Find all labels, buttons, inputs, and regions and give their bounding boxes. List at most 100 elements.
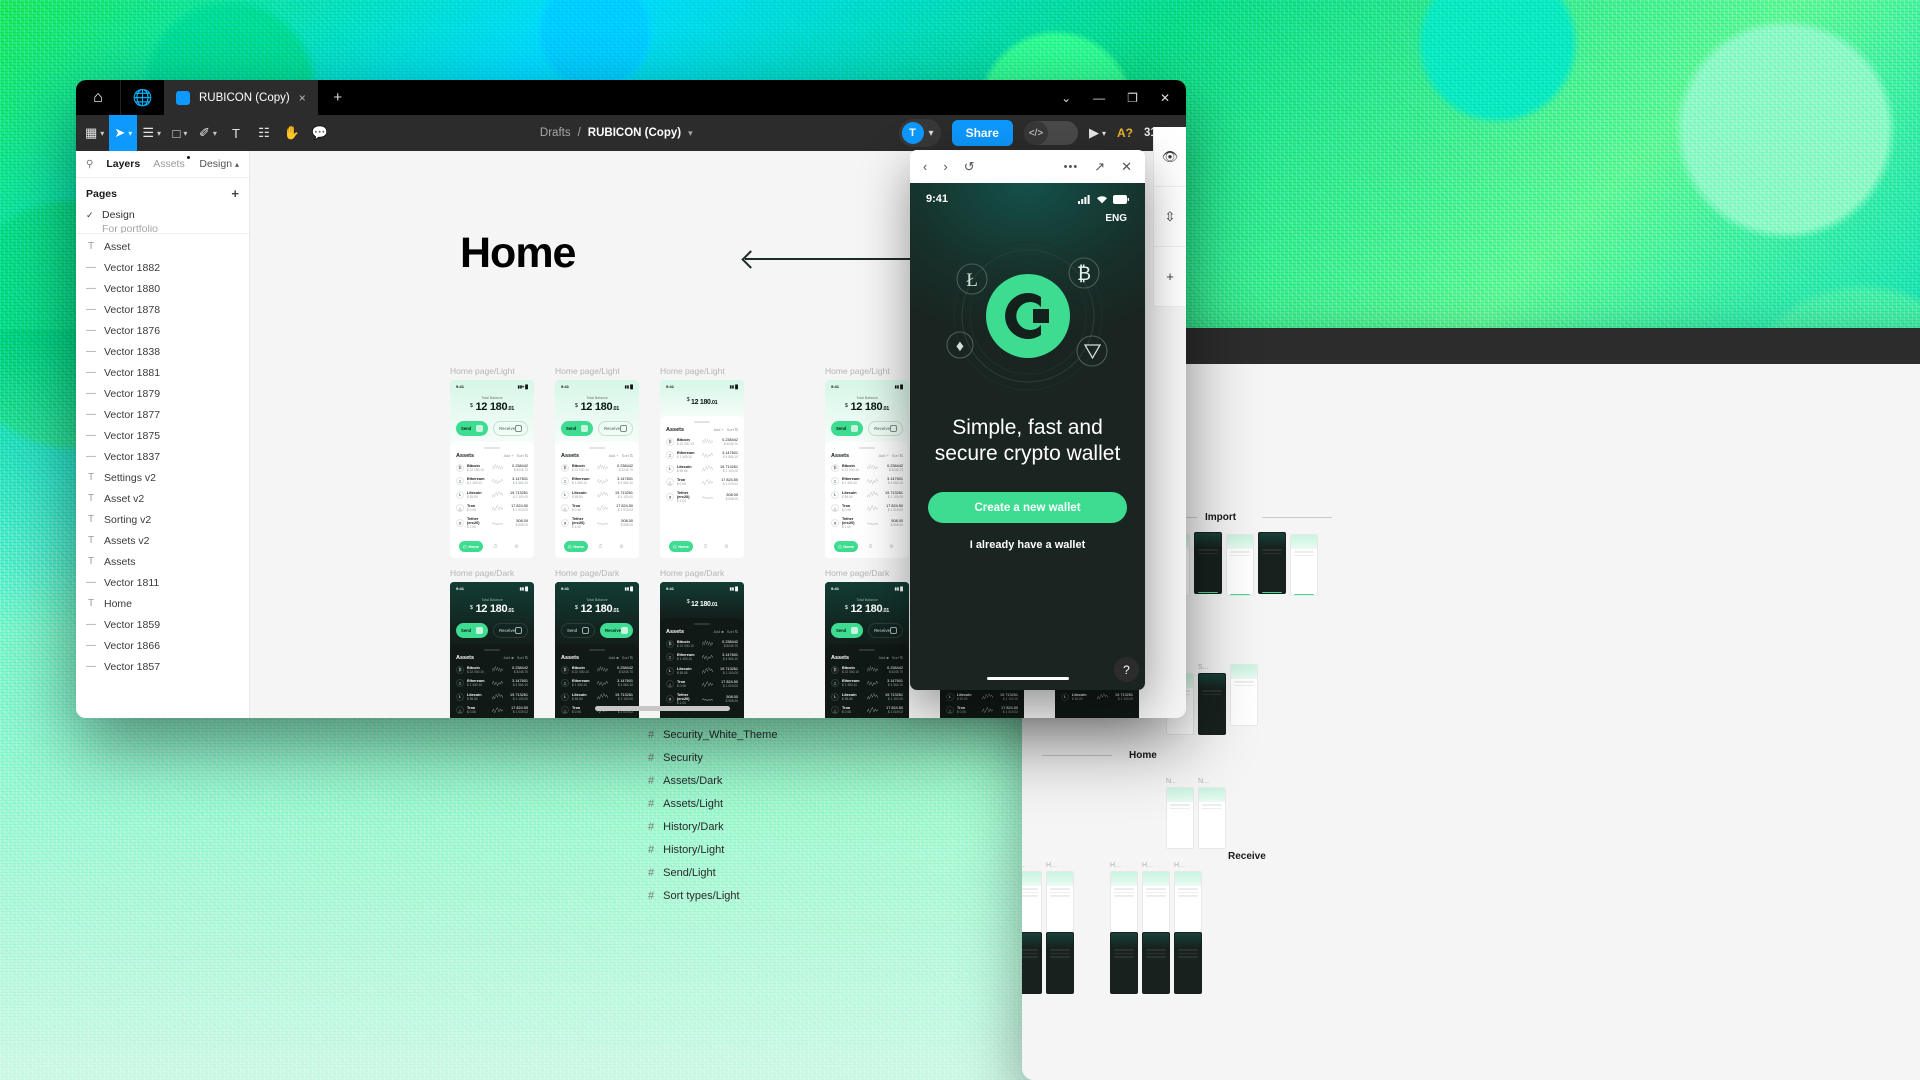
mini-frame[interactable] <box>1142 932 1170 994</box>
mini-frame[interactable]: H... <box>1046 862 1074 933</box>
layer-item[interactable]: T Asset <box>76 236 249 257</box>
nav-settings-icon[interactable]: ⚙ <box>508 541 525 552</box>
open-external-icon[interactable]: ↗ <box>1094 159 1105 175</box>
mini-frame[interactable] <box>1230 664 1258 726</box>
layer-item[interactable]: — Vector 1811 <box>76 572 249 593</box>
figma-menu-icon[interactable]: ▦ ▾ <box>80 115 109 151</box>
layer-item[interactable]: — Vector 1859 <box>76 614 249 635</box>
asset-row[interactable]: ΞEthereum$ 1 450.103.147601$ 4 564.10 <box>666 451 738 460</box>
mini-frame[interactable] <box>1046 932 1074 994</box>
asset-row[interactable]: ₮Tether (erc20)$ 1.00508.00$ 508.00 <box>666 491 738 503</box>
asset-row[interactable]: ₿Bitcoin$ 22 000.100.238442$ 5245.70 <box>666 437 738 446</box>
send-button[interactable]: Send <box>456 623 489 638</box>
frame-home-light[interactable]: Home page/Light 9:41▮▮ █Total Balance$ 1… <box>555 366 639 558</box>
present-button[interactable]: ▶︎ ▾ <box>1089 125 1106 141</box>
nav-home[interactable]: ☖ Home <box>669 541 693 552</box>
layer-item[interactable]: — Vector 1875 <box>76 425 249 446</box>
frame-home-dark[interactable]: Home page/Dark 9:41▮▮ █Total Balance$ 12… <box>555 568 639 718</box>
file-tab[interactable]: RUBICON (Copy) × <box>164 80 318 115</box>
list-item[interactable]: # History/Light <box>634 838 834 861</box>
send-button[interactable]: Send <box>561 623 596 638</box>
nav-history-icon[interactable]: ⏱ <box>487 541 504 552</box>
help-button[interactable]: ? <box>1114 657 1139 682</box>
mini-frame[interactable] <box>1110 932 1138 994</box>
receive-button[interactable]: Receive <box>868 421 903 436</box>
layer-item[interactable]: — Vector 1881 <box>76 362 249 383</box>
frame-home-light[interactable]: Home page/Light 9:41 ▮▮ █ $ 12 180.01 Asse… <box>660 366 744 558</box>
list-item[interactable]: # Security <box>634 746 834 769</box>
search-icon[interactable]: ⚲ <box>86 159 93 170</box>
pen-icon[interactable]: ✐ ▾ <box>194 115 222 151</box>
layer-item[interactable]: — Vector 1876 <box>76 320 249 341</box>
layer-item[interactable]: — Vector 1882 <box>76 257 249 278</box>
home-icon[interactable]: ⌂ <box>76 80 120 115</box>
nav-home[interactable]: ☖ Home <box>564 541 588 552</box>
hand-icon[interactable]: ✋ <box>278 115 306 151</box>
dev-mode-toggle[interactable]: </> <box>1023 121 1078 145</box>
eye-icon[interactable]: 👁 <box>1154 127 1186 187</box>
sheet-grabber[interactable] <box>484 447 500 449</box>
horizontal-scrollbar[interactable] <box>595 706 730 711</box>
send-button[interactable]: Send <box>561 421 594 436</box>
layer-item[interactable]: T Assets <box>76 551 249 572</box>
asset-row[interactable]: ΞEthereum$ 1 450.103.147601$ 4 564.10 <box>561 679 633 688</box>
asset-row[interactable]: ΞEthereum$ 1 450.103.147601$ 4 564.10 <box>666 653 738 662</box>
asset-row[interactable]: △Tron$ 0.0617 824.50$ 1 019.02 <box>831 706 903 715</box>
chevron-down-icon[interactable]: ▾ <box>688 128 693 139</box>
mini-frame[interactable] <box>1194 532 1222 594</box>
breadcrumb-current[interactable]: RUBICON (Copy) <box>588 127 681 139</box>
list-item[interactable]: # Assets/Light <box>634 792 834 815</box>
language-selector[interactable]: ENG <box>910 205 1145 224</box>
receive-button[interactable]: Receive <box>493 623 528 638</box>
move-cursor-icon[interactable]: ➤ ▾ <box>109 115 138 151</box>
mini-frame[interactable]: H... <box>1174 862 1202 933</box>
close-icon[interactable]: ✕ <box>1160 91 1170 105</box>
asset-row[interactable]: ₮Tether (erc20)$ 1.00508.00$ 508.00 <box>666 693 738 705</box>
asset-row[interactable]: ŁLitecoin$ 55.8019.713261$ 1 100.00 <box>1061 692 1133 701</box>
mini-frame[interactable] <box>1290 534 1318 596</box>
close-icon[interactable]: ✕ <box>1121 159 1132 175</box>
nav-settings-icon[interactable]: ⚙ <box>613 541 630 552</box>
layer-item[interactable]: T Sorting v2 <box>76 509 249 530</box>
asset-row[interactable]: ₮Tether (erc20)$ 1.00508.00$ 508.00 <box>456 517 528 529</box>
mini-frame[interactable] <box>1258 532 1286 594</box>
nav-home[interactable]: ☖ Home <box>459 541 483 552</box>
new-tab-button[interactable]: + <box>318 80 358 115</box>
globe-icon[interactable]: 🌐 <box>120 80 164 115</box>
layer-item[interactable]: — Vector 1879 <box>76 383 249 404</box>
component-icon[interactable]: ☷ <box>250 115 278 151</box>
nav-settings-icon[interactable]: ⚙ <box>883 541 900 552</box>
receive-button[interactable]: Receive <box>600 623 633 638</box>
mini-frame[interactable]: N... <box>1198 778 1226 849</box>
asset-row[interactable]: ₿Bitcoin$ 22 000.100.238442$ 5245.70 <box>831 665 903 674</box>
accessibility-badge[interactable]: A? <box>1117 126 1133 140</box>
asset-row[interactable]: ₮Tether (erc20)$ 1.00508.00$ 508.00 <box>561 517 633 529</box>
tab-layers[interactable]: Layers <box>106 158 140 170</box>
asset-row[interactable]: △Tron$ 0.0617 824.50$ 1 019.02 <box>456 706 528 715</box>
list-item[interactable]: # Send/Light <box>634 861 834 884</box>
frame-home-dark[interactable]: Home page/Dark 9:41 ▮▮ █ $ 12 180.01 Asset… <box>660 568 744 718</box>
frame-icon[interactable]: ☰ ▾ <box>137 115 166 151</box>
nav-history-icon[interactable]: ⏱ <box>592 541 609 552</box>
comment-icon[interactable]: 💬 <box>306 115 334 151</box>
asset-row[interactable]: △Tron$ 0.0617 824.50$ 1 019.02 <box>946 706 1018 715</box>
tune-icon[interactable]: ⇳ <box>1154 187 1186 247</box>
asset-row[interactable]: ₿Bitcoin$ 22 000.100.238442$ 5245.70 <box>561 665 633 674</box>
asset-row[interactable]: △Tron$ 0.0617 824.50$ 1 019.02 <box>831 504 903 513</box>
nav-settings-icon[interactable]: ⚙ <box>718 541 735 552</box>
page-item-design[interactable]: ✓ Design <box>76 205 249 225</box>
asset-row[interactable]: ₮Tether (erc20)$ 1.00508.00$ 508.00 <box>831 517 903 529</box>
asset-row[interactable]: ŁLitecoin$ 55.8019.713261$ 1 100.00 <box>831 692 903 701</box>
restart-icon[interactable]: ↺ <box>964 159 975 175</box>
minimize-icon[interactable]: — <box>1093 91 1105 105</box>
create-wallet-button[interactable]: Create a new wallet <box>928 492 1127 524</box>
mini-frame[interactable]: H... <box>1142 862 1170 933</box>
mini-frame[interactable] <box>1226 534 1254 596</box>
receive-button[interactable]: Receive <box>598 421 633 436</box>
close-icon[interactable]: × <box>299 91 306 105</box>
asset-row[interactable]: ₿Bitcoin$ 22 000.100.238442$ 5245.70 <box>831 463 903 472</box>
layer-item[interactable]: — Vector 1857 <box>76 656 249 677</box>
mini-frame[interactable]: S... <box>1198 664 1226 735</box>
have-wallet-link[interactable]: I already have a wallet <box>910 539 1145 551</box>
layer-item[interactable]: T Home <box>76 593 249 614</box>
